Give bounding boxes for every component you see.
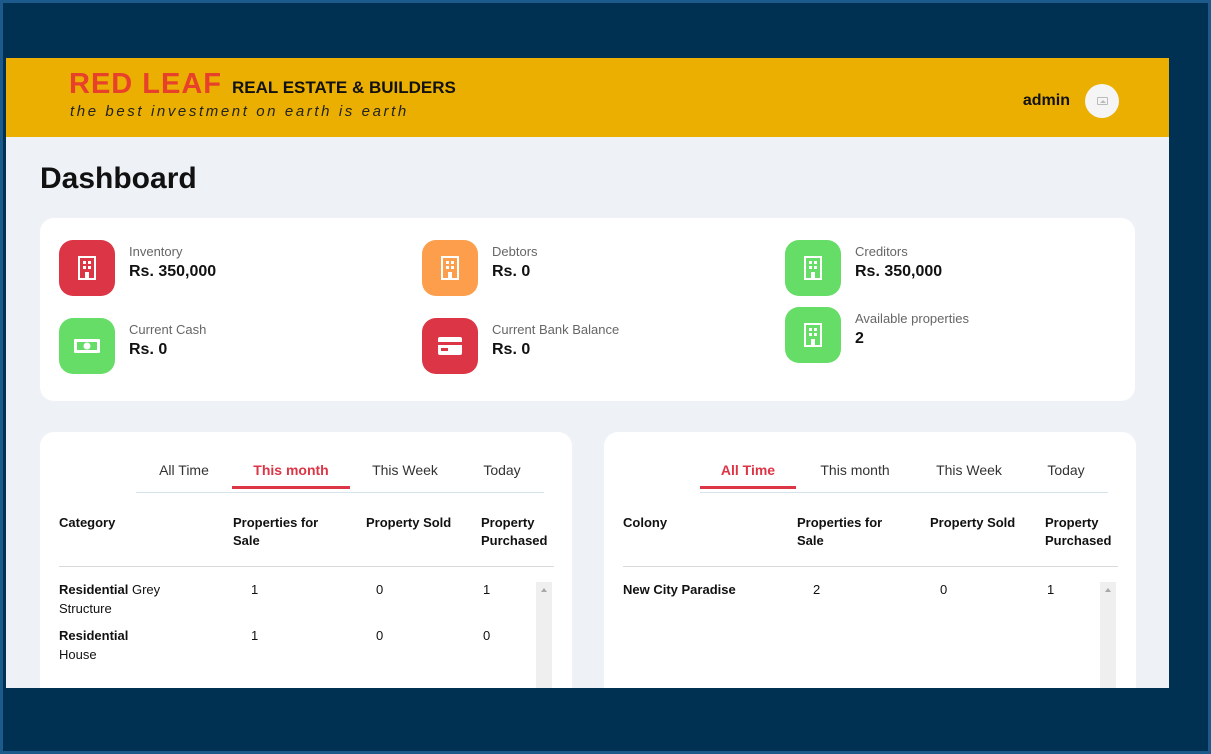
cash-icon (59, 318, 115, 374)
column-header-properties-for-sale: Properties for Sale (797, 515, 883, 548)
stat-value: Rs. 350,000 (129, 263, 217, 280)
stat-label: Inventory (129, 244, 183, 259)
sold-cell: 0 (376, 582, 384, 597)
column-header-properties-for-sale: Properties for Sale (233, 515, 319, 548)
avatar[interactable] (1085, 84, 1119, 118)
building-icon (59, 240, 115, 296)
tabs-underline (136, 492, 544, 493)
page-title: Dashboard (40, 162, 197, 195)
colony-table-card: All Time This month This Week Today Colo… (604, 432, 1136, 688)
stat-current-bank-balance[interactable]: Current Bank Balance Rs. 0 (422, 318, 619, 374)
top-bar: RED LEAF REAL ESTATE & BUILDERS the best… (6, 58, 1169, 137)
header-divider (59, 566, 554, 567)
stats-card: Inventory Rs. 350,000 Debtors Rs. 0 Cred… (40, 218, 1135, 401)
building-icon (422, 240, 478, 296)
tab-this-week[interactable]: This Week (350, 454, 460, 488)
stat-label: Creditors (855, 244, 908, 259)
scroll-up-arrow-icon[interactable] (1105, 588, 1111, 592)
credit-card-icon (422, 318, 478, 374)
column-header-property-sold: Property Sold (930, 515, 1016, 530)
brand-secondary: REAL ESTATE & BUILDERS (232, 78, 456, 97)
purchased-cell: 1 (483, 582, 491, 597)
column-header-colony: Colony (623, 515, 668, 530)
stat-value: Rs. 350,000 (855, 263, 943, 280)
header-divider (623, 566, 1118, 567)
colony-cell: New City Paradise (623, 582, 736, 597)
scroll-up-arrow-icon[interactable] (541, 588, 547, 592)
user-name[interactable]: admin (1023, 92, 1070, 110)
stat-value: Rs. 0 (129, 341, 168, 358)
tab-today[interactable]: Today (460, 454, 544, 488)
category-table-card: All Time This month This Week Today Cate… (40, 432, 572, 688)
stat-label: Available properties (855, 311, 969, 326)
period-tabs: All Time This month This Week Today (700, 454, 1108, 489)
stat-inventory[interactable]: Inventory Rs. 350,000 (59, 240, 216, 296)
category-cell: Residential House (59, 628, 129, 662)
brand-logo[interactable]: RED LEAF REAL ESTATE & BUILDERS the best… (69, 68, 456, 120)
tab-this-month[interactable]: This month (232, 454, 350, 489)
tab-all-time[interactable]: All Time (700, 454, 796, 489)
app-viewport: RED LEAF REAL ESTATE & BUILDERS the best… (6, 58, 1169, 688)
stat-label: Current Bank Balance (492, 322, 620, 337)
stat-value: Rs. 0 (492, 263, 531, 280)
brand-tagline: the best investment on earth is earth (70, 103, 409, 120)
building-icon (785, 240, 841, 296)
stat-available-properties[interactable]: Available properties 2 (785, 307, 969, 363)
image-placeholder-icon (1096, 97, 1108, 105)
column-header-property-purchased: Property Purchased (481, 515, 548, 548)
tab-all-time[interactable]: All Time (136, 454, 232, 488)
stat-debtors[interactable]: Debtors Rs. 0 (422, 240, 538, 296)
building-icon (785, 307, 841, 363)
purchased-cell: 1 (1047, 582, 1055, 597)
tabs-underline (700, 492, 1108, 493)
stat-current-cash[interactable]: Current Cash Rs. 0 (59, 318, 206, 374)
column-header-category: Category (59, 515, 116, 530)
column-header-property-purchased: Property Purchased (1045, 515, 1112, 548)
sale-cell: 2 (813, 582, 821, 597)
sold-cell: 0 (940, 582, 948, 597)
sale-cell: 1 (251, 628, 259, 643)
column-header-property-sold: Property Sold (366, 515, 452, 530)
category-cell: Residential Grey Structure (59, 582, 161, 616)
vertical-scrollbar[interactable] (1100, 582, 1116, 688)
stat-creditors[interactable]: Creditors Rs. 350,000 (785, 240, 942, 296)
tab-this-week[interactable]: This Week (914, 454, 1024, 488)
stat-value: 2 (855, 330, 864, 347)
stat-label: Debtors (492, 244, 538, 259)
purchased-cell: 0 (483, 628, 491, 643)
tab-today[interactable]: Today (1024, 454, 1108, 488)
sold-cell: 0 (376, 628, 384, 643)
vertical-scrollbar[interactable] (536, 582, 552, 688)
stat-label: Current Cash (129, 322, 207, 337)
tab-this-month[interactable]: This month (796, 454, 914, 488)
user-menu[interactable]: admin (1023, 84, 1119, 118)
sale-cell: 1 (251, 582, 259, 597)
brand-primary: RED LEAF (69, 68, 222, 100)
stat-value: Rs. 0 (492, 341, 531, 358)
period-tabs: All Time This month This Week Today (136, 454, 544, 489)
